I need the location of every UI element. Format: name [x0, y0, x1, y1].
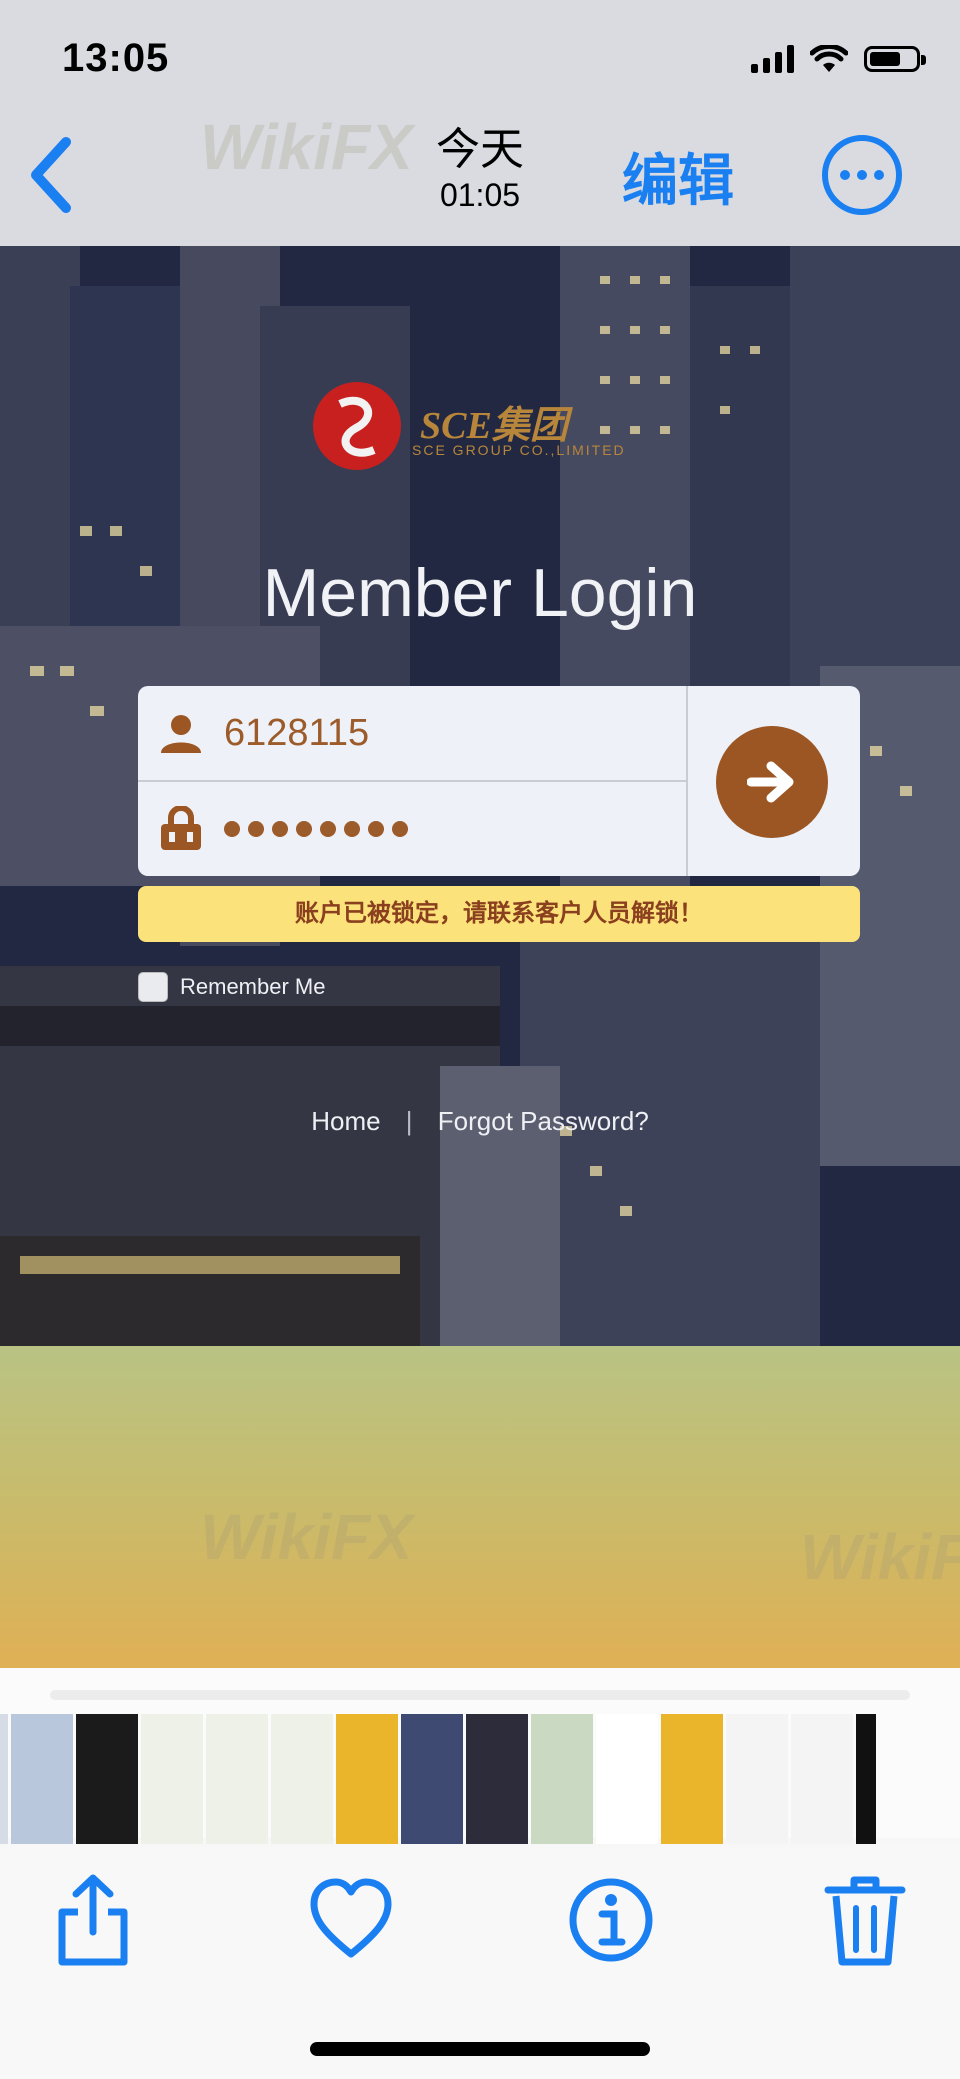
password-dot: [320, 821, 336, 837]
thumbnail[interactable]: [0, 1714, 8, 1844]
thumbnail[interactable]: [76, 1714, 138, 1844]
thumbnail[interactable]: [466, 1714, 528, 1844]
watermark: WikiFX: [800, 1521, 960, 1593]
lock-icon: [161, 806, 201, 850]
wifi-icon: [810, 45, 848, 72]
password-dot: [272, 821, 288, 837]
remember-me-checkbox[interactable]: [138, 972, 168, 1002]
more-options-icon[interactable]: [822, 135, 902, 215]
forgot-password-link[interactable]: Forgot Password?: [438, 1106, 649, 1136]
watermark: WikiFX: [200, 1501, 413, 1573]
password-dot: [248, 821, 264, 837]
login-footer-links: Home | Forgot Password?: [0, 1106, 960, 1137]
arrow-right-icon: [747, 761, 794, 803]
thumbnail[interactable]: [206, 1714, 268, 1844]
login-submit-button[interactable]: [716, 726, 828, 838]
status-time: 13:05: [62, 36, 170, 80]
login-form: 6128115: [138, 686, 860, 876]
username-field[interactable]: 6128115: [138, 686, 686, 782]
remember-me[interactable]: Remember Me: [138, 972, 325, 1002]
thumbnail[interactable]: [726, 1714, 788, 1844]
home-link[interactable]: Home: [311, 1106, 380, 1136]
link-separator: |: [405, 1106, 413, 1136]
photo-bottom-area: [0, 1346, 960, 1668]
thumbnail[interactable]: [11, 1714, 73, 1844]
thumbnail[interactable]: [401, 1714, 463, 1844]
password-dot: [344, 821, 360, 837]
trash-icon[interactable]: [820, 1870, 910, 1970]
home-indicator: [310, 2042, 650, 2056]
favorite-heart-icon[interactable]: [306, 1870, 396, 1970]
thumbnail[interactable]: [856, 1714, 876, 1844]
password-masked-value: [224, 821, 408, 837]
thumbnail[interactable]: [141, 1714, 203, 1844]
cellular-signal-icon: [751, 45, 794, 73]
password-dot: [224, 821, 240, 837]
password-dot: [368, 821, 384, 837]
account-locked-warning: 账户已被锁定，请联系客户人员解锁！: [138, 886, 860, 942]
username-value: 6128115: [224, 711, 370, 754]
thumbnail[interactable]: [336, 1714, 398, 1844]
page-title: Member Login: [262, 555, 698, 631]
thumbnail-strip-handle: [50, 1690, 910, 1700]
password-field[interactable]: [138, 782, 686, 876]
form-divider: [686, 686, 688, 876]
photo-viewer-header: 13:05 今天 01:05 编辑: [0, 0, 960, 246]
thumbnail[interactable]: [661, 1714, 723, 1844]
photo-content: SCE集团 SCE GROUP CO.,LIMITED Member Login…: [0, 246, 960, 1346]
password-dot: [392, 821, 408, 837]
info-icon[interactable]: [566, 1870, 656, 1970]
thumbnail-strip[interactable]: [0, 1714, 960, 1844]
battery-icon: [864, 46, 926, 72]
user-icon: [161, 715, 201, 753]
logo-text: SCE集团: [420, 405, 568, 447]
thumbnail[interactable]: [531, 1714, 593, 1844]
status-icons: [751, 42, 926, 76]
edit-button[interactable]: 编辑: [622, 136, 734, 217]
thumbnail[interactable]: [596, 1714, 658, 1844]
watermark: WikiFX: [200, 111, 413, 183]
password-dot: [296, 821, 312, 837]
share-icon[interactable]: [48, 1870, 138, 1970]
thumbnail[interactable]: [791, 1714, 853, 1844]
logo-subtitle: SCE GROUP CO.,LIMITED: [412, 442, 626, 458]
back-chevron-icon[interactable]: [22, 130, 82, 220]
thumbnail[interactable]: [271, 1714, 333, 1844]
remember-me-label: Remember Me: [180, 974, 326, 999]
